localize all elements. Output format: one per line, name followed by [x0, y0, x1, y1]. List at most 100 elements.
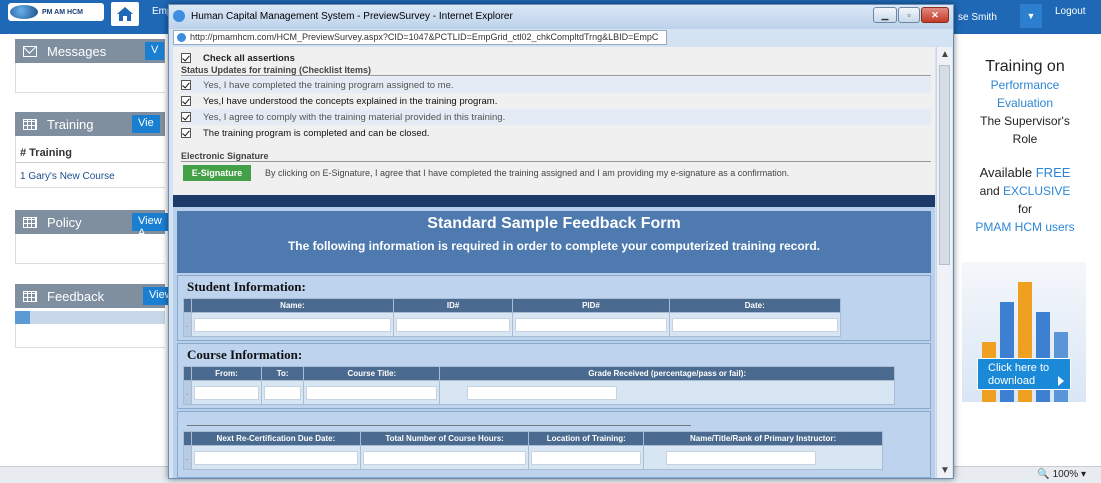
scrollbar-thumb[interactable] — [939, 65, 950, 265]
checklist-checkbox[interactable] — [181, 96, 191, 106]
preview-survey-window: Human Capital Management System - Previe… — [168, 4, 954, 479]
table-header-lead — [183, 298, 192, 313]
envelope-icon — [23, 45, 37, 57]
column-header: PID# — [512, 298, 670, 313]
vertical-scrollbar[interactable]: ▲ ▼ — [936, 47, 952, 478]
grade-cell — [439, 380, 895, 405]
divider — [15, 162, 165, 163]
form-header: Standard Sample Feedback Form The follow… — [177, 211, 931, 273]
instructor-field[interactable] — [666, 450, 817, 465]
check-all-checkbox[interactable] — [181, 53, 191, 63]
pid-cell — [512, 312, 670, 337]
recert-date-field[interactable] — [194, 450, 358, 465]
checklist-checkbox[interactable] — [181, 80, 191, 90]
row-marker: . — [183, 380, 192, 405]
to-field[interactable] — [263, 385, 302, 400]
training-view-button[interactable]: Vie — [132, 115, 160, 133]
pid-field[interactable] — [515, 317, 667, 332]
name-field[interactable] — [194, 317, 391, 332]
list-item[interactable]: 1 Gary's New Course — [20, 171, 115, 182]
checklist-item[interactable]: Yes, I agree to comply with the training… — [181, 109, 931, 125]
course-title-cell — [303, 380, 441, 405]
promo-line: Performance — [990, 78, 1060, 92]
minimize-button[interactable]: ▁ — [873, 7, 897, 23]
feedback-panel-header: Feedback View — [15, 284, 179, 308]
checklist-item-label: The training program is completed and ca… — [203, 127, 430, 139]
user-name: se Smith — [958, 12, 997, 23]
policy-panel-title: Policy — [47, 214, 82, 230]
date-field[interactable] — [671, 317, 838, 332]
checklist-checkbox[interactable] — [181, 112, 191, 122]
additional-info-table: Next Re-Certification Due Date: Total Nu… — [183, 431, 883, 470]
check-all-row[interactable]: Check all assertions — [181, 50, 931, 66]
globe-icon — [10, 5, 38, 19]
window-title-bar[interactable]: Human Capital Management System - Previe… — [169, 5, 953, 29]
recert-date-cell — [191, 445, 361, 470]
from-cell — [191, 380, 262, 405]
messages-view-button[interactable]: V — [145, 42, 165, 60]
divider — [181, 161, 931, 162]
instructor-cell — [643, 445, 883, 470]
app-logo[interactable]: PM AM HCM — [8, 3, 104, 21]
esignature-button[interactable]: E-Signature — [183, 165, 251, 181]
form-title: Standard Sample Feedback Form — [427, 215, 681, 232]
checklist-item-label: Yes, I agree to comply with the training… — [203, 111, 506, 123]
column-header: Location of Training: — [528, 431, 645, 446]
policy-view-button[interactable]: View A — [132, 213, 168, 239]
location-field[interactable] — [531, 450, 642, 465]
table-header-lead — [183, 431, 192, 446]
download-button[interactable]: Click here to download — [977, 358, 1071, 390]
course-hours-field[interactable] — [362, 450, 527, 465]
location-cell — [528, 445, 645, 470]
maximize-button[interactable]: ▫ — [898, 7, 920, 23]
zoom-control[interactable]: 🔍 100% ▾ — [1037, 469, 1086, 480]
from-field[interactable] — [194, 385, 259, 400]
scroll-up-icon[interactable]: ▲ — [940, 49, 950, 60]
promo-line: Available — [979, 165, 1036, 180]
column-header: To: — [260, 366, 305, 381]
progress-fill — [15, 311, 30, 324]
section-divider-band — [173, 195, 935, 207]
form-subtitle: The following information is required in… — [287, 239, 821, 253]
policy-panel-body — [15, 234, 165, 264]
messages-panel-body — [15, 63, 165, 93]
play-arrow-icon — [1058, 376, 1064, 386]
window-title: Human Capital Management System - Previe… — [191, 11, 513, 22]
promo-available: Available FREE — [960, 164, 1090, 182]
home-button[interactable] — [111, 2, 139, 26]
checklist-checkbox[interactable] — [181, 128, 191, 138]
list-item-name: Gary's New Course — [28, 171, 115, 182]
checklist-item[interactable]: The training program is completed and ca… — [181, 125, 931, 141]
promo-highlight: EXCLUSIVE — [1003, 184, 1071, 198]
close-button[interactable]: ✕ — [921, 7, 949, 23]
logo-text: PM AM HCM — [42, 8, 83, 16]
address-bar[interactable]: http://pmamhcm.com/HCM_PreviewSurvey.asp… — [173, 30, 667, 45]
scroll-down-icon[interactable]: ▼ — [940, 465, 950, 476]
id-field[interactable] — [395, 317, 511, 332]
promo-line: Role — [1012, 132, 1038, 146]
course-title-field[interactable] — [306, 385, 438, 400]
divider — [187, 425, 691, 426]
checklist-item-label: Yes,I have understood the concepts expla… — [203, 95, 498, 107]
feedback-progress-bar — [15, 311, 165, 324]
training-panel-header: Training Vie — [15, 112, 165, 136]
ie-icon — [173, 10, 185, 22]
download-label: Click here to download — [988, 362, 1050, 387]
home-icon — [117, 7, 133, 21]
checklist-item[interactable]: Yes, I have completed the training progr… — [181, 77, 931, 93]
feedback-panel-title: Feedback — [47, 288, 105, 304]
promo-line: Training on — [985, 58, 1065, 75]
column-header: From: — [191, 366, 262, 381]
checklist-item[interactable]: Yes,I have understood the concepts expla… — [181, 93, 931, 109]
course-hours-cell — [359, 445, 530, 470]
grid-icon — [23, 118, 37, 130]
policy-panel-header: Policy View A — [15, 210, 168, 239]
logout-link[interactable]: Logout — [1055, 6, 1086, 17]
promo-line: for — [1017, 202, 1032, 216]
row-marker: . — [183, 312, 192, 337]
messages-panel-header: Messages V — [15, 39, 165, 63]
user-menu-chevron-down-icon[interactable]: ▼ — [1020, 4, 1042, 28]
row-marker: . — [183, 445, 192, 470]
column-header: Course Title: — [303, 366, 441, 381]
grade-field[interactable] — [467, 385, 618, 400]
